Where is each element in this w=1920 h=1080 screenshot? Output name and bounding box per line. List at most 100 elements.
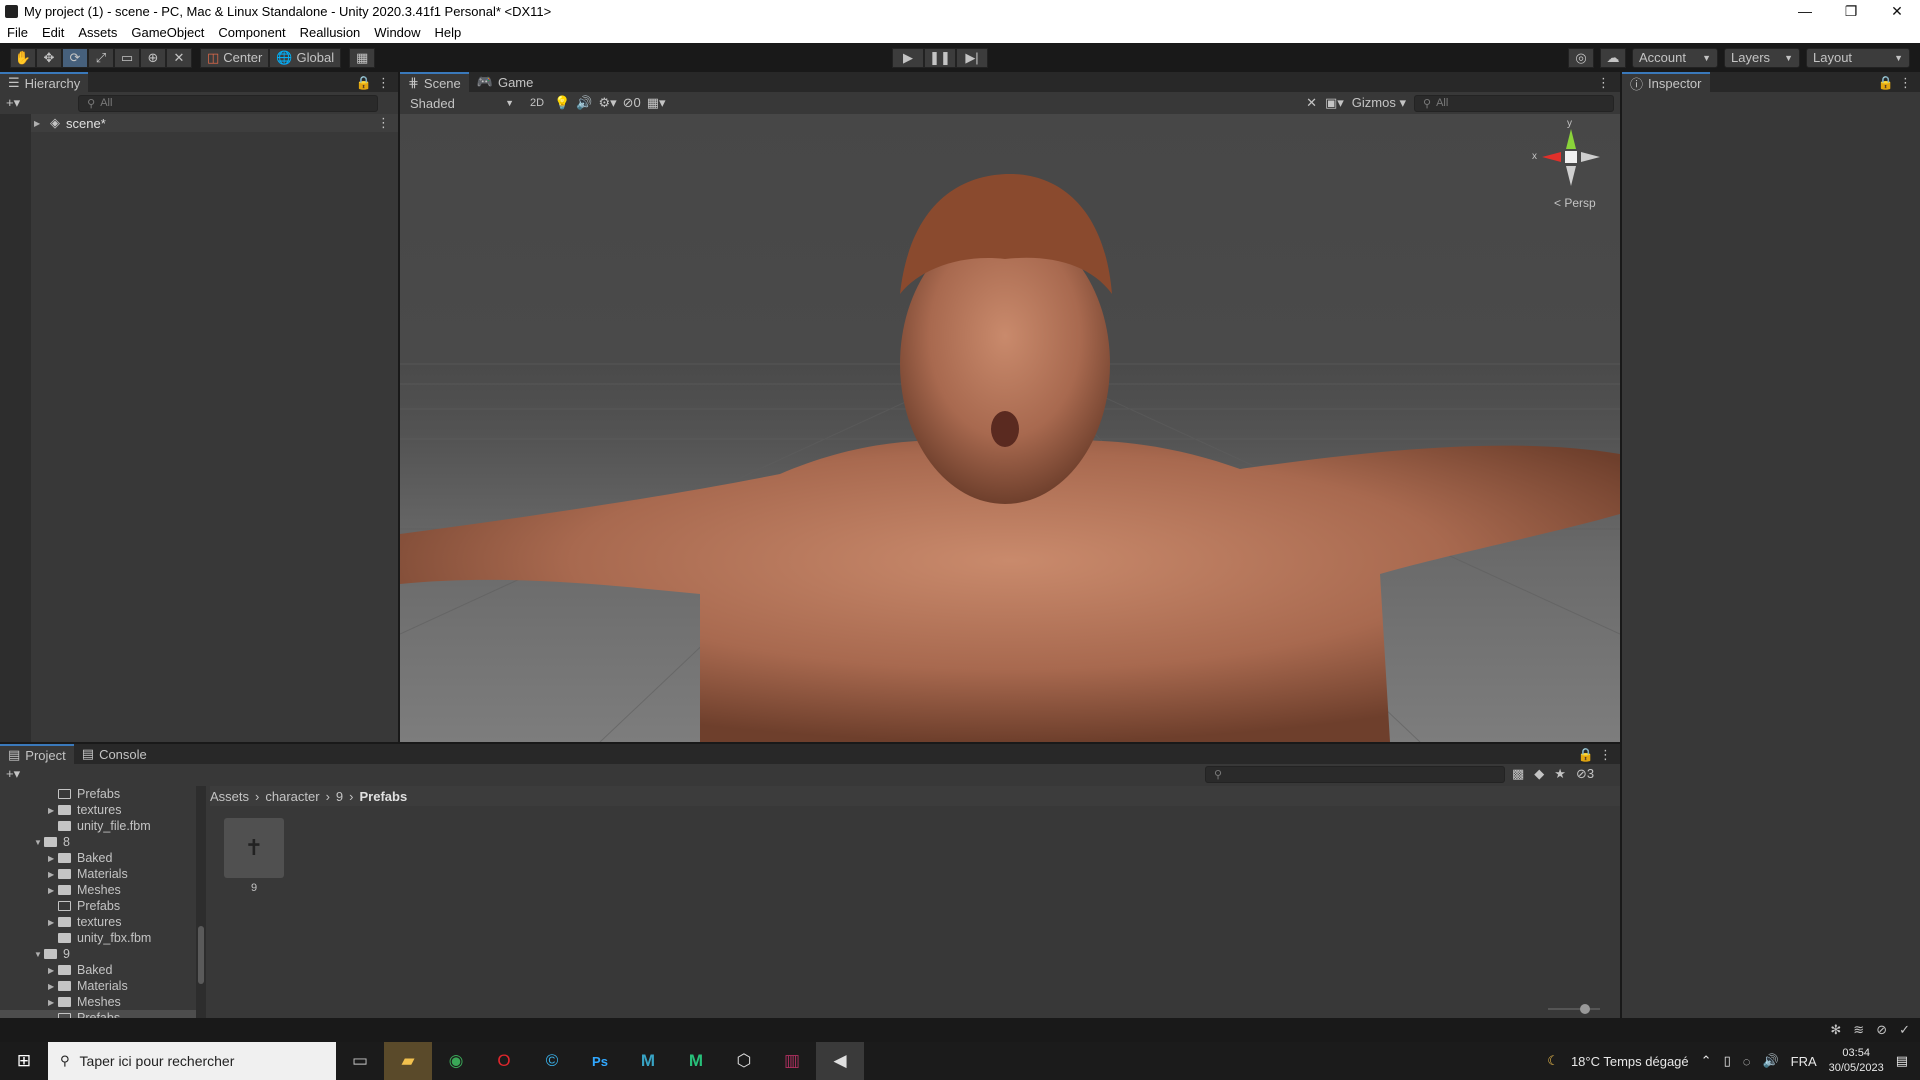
lighting-toggle-icon[interactable]: 💡	[554, 95, 570, 111]
folder-row[interactable]: unity_fbx.fbm	[0, 930, 196, 946]
hand-tool-icon[interactable]: ✋	[10, 47, 36, 68]
hierarchy-search-input[interactable]: ⚲ All	[78, 94, 379, 112]
menu-reallusion[interactable]: Reallusion	[293, 25, 368, 40]
menu-gameobject[interactable]: GameObject	[124, 25, 211, 40]
task-view-icon[interactable]: ▭	[336, 1042, 384, 1080]
moon-weather-icon[interactable]: ☾	[1547, 1053, 1559, 1069]
expand-arrow-icon[interactable]: ▶	[48, 854, 58, 863]
hidden-packages-icon[interactable]: ⊘3	[1576, 766, 1594, 782]
expand-arrow-icon[interactable]: ▶	[48, 918, 58, 927]
expand-arrow-icon[interactable]: ▼	[34, 950, 44, 959]
orientation-gizmo[interactable]: y x < Persp	[1532, 118, 1606, 214]
lock-icon[interactable]: 🔒	[356, 75, 372, 91]
cortana-icon[interactable]: ©	[528, 1042, 576, 1080]
scene-search-input[interactable]: ⚲ All	[1414, 94, 1614, 112]
2d-toggle-button[interactable]: 2D	[526, 97, 548, 109]
lock-icon[interactable]: 🔒	[1878, 75, 1894, 91]
more-options-icon[interactable]: ⋮	[377, 75, 390, 91]
maximize-button[interactable]: ❐	[1828, 0, 1874, 22]
tab-hierarchy[interactable]: ☰ Hierarchy	[0, 72, 89, 92]
create-asset-button[interactable]: +▾	[6, 766, 20, 782]
camera-icon[interactable]: ▣▾	[1325, 95, 1344, 111]
file-explorer-icon[interactable]: ▰	[384, 1042, 432, 1080]
more-options-icon[interactable]: ⋮	[1599, 747, 1612, 763]
tray-chevron-icon[interactable]: ⌃	[1701, 1053, 1712, 1069]
expand-arrow-icon[interactable]: ▶	[34, 119, 44, 128]
grid-snap-icon[interactable]: ▦	[349, 47, 376, 68]
tab-game[interactable]: 🎮 Game	[469, 72, 542, 92]
unity-hub-icon[interactable]: ⬡	[720, 1042, 768, 1080]
clock[interactable]: 03:54 30/05/2023	[1829, 1046, 1884, 1076]
layers-dropdown[interactable]: Layers ▼	[1724, 47, 1800, 68]
rect-tool-icon[interactable]: ▭	[114, 47, 140, 68]
layers-status-icon[interactable]: ≋	[1853, 1022, 1864, 1038]
windows-start-icon[interactable]: ⊞	[0, 1042, 48, 1080]
expand-arrow-icon[interactable]: ▶	[48, 998, 58, 1007]
close-button[interactable]: ✕	[1874, 0, 1920, 22]
unity-editor-icon[interactable]: ◀	[816, 1042, 864, 1080]
pivot-center-button[interactable]: ◫ Center	[200, 47, 270, 68]
folder-row[interactable]: ▶ Meshes	[0, 994, 196, 1010]
opera-icon[interactable]: O	[480, 1042, 528, 1080]
minimize-button[interactable]: —	[1782, 0, 1828, 22]
expand-arrow-icon[interactable]: ▶	[48, 870, 58, 879]
project-search-input[interactable]: ⚲	[1205, 765, 1505, 783]
icon-size-slider[interactable]	[1548, 1004, 1600, 1014]
effects-toggle-icon[interactable]: ⚙▾	[598, 95, 616, 111]
folder-row[interactable]: ▶ textures	[0, 914, 196, 930]
folder-row[interactable]: ▶ Meshes	[0, 882, 196, 898]
folder-row[interactable]: Prefabs	[0, 898, 196, 914]
folder-row[interactable]: ▶ Materials	[0, 866, 196, 882]
checkmark-icon[interactable]: ✓	[1899, 1022, 1910, 1038]
menu-edit[interactable]: Edit	[35, 25, 71, 40]
scale-tool-icon[interactable]: ⤢	[88, 47, 114, 68]
maya-icon[interactable]: M	[624, 1042, 672, 1080]
step-button[interactable]: ▶|	[956, 47, 988, 68]
breadcrumb-assets[interactable]: Assets	[210, 789, 249, 804]
folder-row[interactable]: ▼ 8	[0, 834, 196, 850]
slider-thumb[interactable]	[1580, 1004, 1590, 1014]
shading-mode-dropdown[interactable]: Shaded ▼	[404, 93, 520, 113]
winrar-icon[interactable]: ▥	[768, 1042, 816, 1080]
tab-console[interactable]: ▤ Console	[74, 744, 155, 764]
expand-arrow-icon[interactable]: ▶	[48, 806, 58, 815]
add-object-button[interactable]: +▾	[6, 95, 20, 111]
bug-icon[interactable]: ✻	[1830, 1022, 1841, 1038]
menu-file[interactable]: File	[0, 25, 35, 40]
expand-arrow-icon[interactable]: ▼	[34, 838, 44, 847]
favorite-icon[interactable]: ★	[1554, 766, 1566, 782]
no-auto-refresh-icon[interactable]: ⊘	[1876, 1022, 1887, 1038]
folder-row[interactable]: ▶ Baked	[0, 850, 196, 866]
folder-row[interactable]: ▶ Materials	[0, 978, 196, 994]
rotate-tool-icon[interactable]: ⟳	[62, 47, 88, 68]
more-options-icon[interactable]: ⋮	[1899, 75, 1912, 91]
menu-component[interactable]: Component	[211, 25, 292, 40]
scene-row[interactable]: ▶ ◈ scene* ⋮	[31, 114, 398, 132]
transform-tool-icon[interactable]: ⊕	[140, 47, 166, 68]
tree-scrollbar-thumb[interactable]	[198, 926, 204, 984]
move-tool-icon[interactable]: ✥	[36, 47, 62, 68]
chrome-icon[interactable]: ◉	[432, 1042, 480, 1080]
expand-arrow-icon[interactable]: ▶	[48, 886, 58, 895]
photoshop-icon[interactable]: Ps	[576, 1042, 624, 1080]
volume-icon[interactable]: 🔊	[1762, 1053, 1778, 1069]
breadcrumb-9[interactable]: 9	[336, 789, 343, 804]
breadcrumb-prefabs[interactable]: Prefabs	[359, 789, 407, 804]
network-icon[interactable]: ◌	[1743, 1054, 1751, 1069]
scene-viewport[interactable]: y x < Persp	[400, 114, 1620, 742]
audio-toggle-icon[interactable]: 🔊	[576, 95, 592, 111]
cloud-icon[interactable]: ☁	[1600, 47, 1626, 68]
grid-toggle-icon[interactable]: ▦▾	[647, 95, 666, 111]
menu-window[interactable]: Window	[367, 25, 427, 40]
folder-row[interactable]: ▼ 9	[0, 946, 196, 962]
breadcrumb-character[interactable]: character	[265, 789, 319, 804]
folder-row[interactable]: ▶ textures	[0, 802, 196, 818]
search-by-label-icon[interactable]: ◆	[1534, 766, 1544, 782]
tab-project[interactable]: ▤ Project	[0, 744, 74, 764]
weather-text[interactable]: 18°C Temps dégagé	[1571, 1054, 1689, 1069]
tree-scrollbar[interactable]	[196, 786, 206, 1020]
tab-scene[interactable]: ⋕ Scene	[400, 72, 469, 92]
gizmos-dropdown[interactable]: Gizmos ▾	[1352, 95, 1406, 111]
collab-icon[interactable]: ◎	[1568, 47, 1594, 68]
custom-tool-icon[interactable]: ✕	[166, 47, 192, 68]
